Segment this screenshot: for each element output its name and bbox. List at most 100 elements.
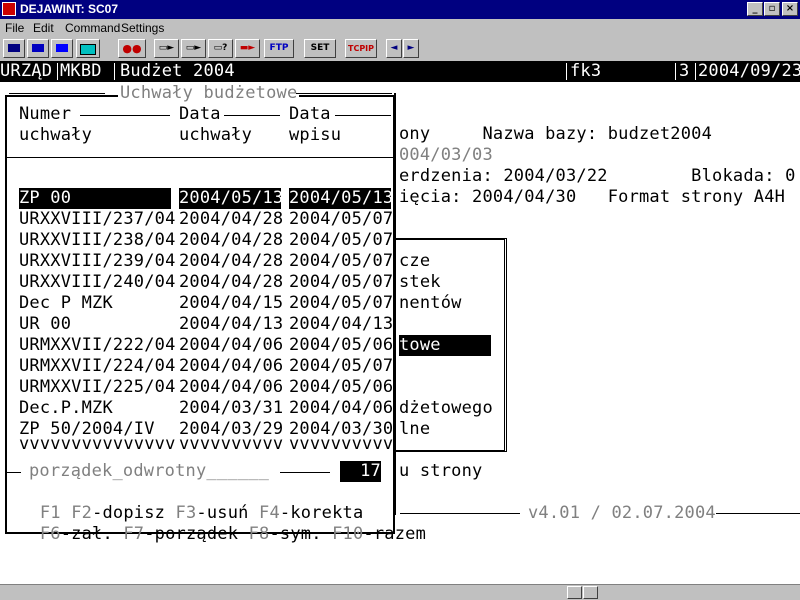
status-name: Budżet 2004 bbox=[120, 61, 235, 81]
row-date-entry: 2004/05/06 bbox=[289, 335, 394, 355]
divider bbox=[7, 472, 21, 473]
row-date-resolution: 2004/04/06 bbox=[179, 377, 284, 397]
bg-menu-item: nentów bbox=[399, 293, 462, 313]
menu-file[interactable]: File bbox=[5, 21, 24, 35]
close-button[interactable]: × bbox=[782, 2, 798, 16]
status-module: MKBD bbox=[60, 61, 102, 81]
row-number: Dec.P.MZK bbox=[19, 398, 113, 418]
row-date-resolution: 2004/04/15 bbox=[179, 293, 284, 313]
divider bbox=[9, 93, 105, 94]
status-divider bbox=[114, 63, 115, 80]
row-date-entry: 2004/04/13 bbox=[289, 314, 394, 334]
window-title: DEJAWINT: SC07 bbox=[20, 2, 119, 16]
status-office: URZĄD bbox=[0, 61, 53, 81]
status-divider bbox=[566, 63, 567, 80]
bg-menu-item: dżetowego bbox=[399, 398, 493, 418]
tape-icon[interactable]: ●● bbox=[118, 39, 146, 58]
ftp-button[interactable]: FTP bbox=[264, 39, 294, 58]
row-date-entry: 2004/05/07 bbox=[289, 230, 394, 250]
key-icon[interactable]: ▬► bbox=[235, 39, 260, 58]
menu-edit[interactable]: Edit bbox=[33, 21, 54, 35]
key-f6-label: -zał. bbox=[60, 524, 113, 544]
toolbar: ●● ▭► ▭► ▭? ▬► FTP SET TCPIP ◄ ► bbox=[0, 37, 800, 61]
key-f10-label: -razem bbox=[363, 524, 427, 544]
row-date-entry: 2004/05/07 bbox=[289, 272, 394, 292]
row-date-entry: 2004/05/07 bbox=[289, 356, 394, 376]
row-number: URMXXVII/224/04 bbox=[19, 356, 176, 376]
scroll-left-button[interactable] bbox=[567, 586, 582, 599]
next-icon[interactable]: ► bbox=[403, 39, 419, 58]
header-numer-sub: uchwały bbox=[19, 125, 93, 145]
status-date: 2004/09/23 bbox=[698, 61, 800, 81]
row-date-resolution: 2004/04/28 bbox=[179, 251, 284, 271]
key-f6[interactable]: F6 bbox=[40, 524, 61, 544]
maximize-button[interactable]: ▫ bbox=[764, 2, 780, 16]
header-data-wpisu: Data bbox=[289, 104, 331, 124]
menu-settings[interactable]: Settings bbox=[121, 21, 164, 35]
bg-line-db: ony Nazwa bazy: budzet2004 bbox=[399, 124, 713, 144]
prev-icon[interactable]: ◄ bbox=[386, 39, 402, 58]
sort-order-label[interactable]: porządek_odwrotny______ bbox=[29, 461, 269, 482]
screen-icon-1[interactable] bbox=[3, 39, 25, 58]
horizontal-scrollbar[interactable] bbox=[0, 584, 800, 600]
key-f8[interactable]: F8 bbox=[249, 524, 270, 544]
bg-line-closing: ięcia: 2004/04/30 Format strony A4H bbox=[399, 187, 786, 207]
row-date-entry: 2004/05/07 bbox=[289, 293, 394, 313]
bg-menu-item: cze bbox=[399, 251, 431, 271]
screen-icon-2[interactable] bbox=[27, 39, 49, 58]
key-f7-label: -porządek bbox=[144, 524, 239, 544]
row-number: ZP 00 bbox=[19, 188, 171, 209]
header-data-wpisu-sub: wpisu bbox=[289, 125, 342, 145]
status-bar: URZĄD MKBD Budżet 2004 fk3 3 2004/09/23 bbox=[0, 61, 800, 82]
row-date-resolution: 2004/04/28 bbox=[179, 230, 284, 250]
row-number: URXXVIII/237/04 bbox=[19, 209, 176, 229]
key-f8-label: -sym. bbox=[269, 524, 322, 544]
title-bar: DEJAWINT: SC07 _ ▫ × bbox=[0, 0, 800, 19]
row-number: URXXVIII/238/04 bbox=[19, 230, 176, 250]
bg-menu-item: stek bbox=[399, 272, 441, 292]
query-file-icon[interactable]: ▭? bbox=[208, 39, 233, 58]
row-number: URXXVIII/239/04 bbox=[19, 251, 176, 271]
set-button[interactable]: SET bbox=[304, 39, 336, 58]
row-number: Dec P MZK bbox=[19, 293, 113, 313]
scroll-right-button[interactable] bbox=[583, 586, 598, 599]
send-file-icon[interactable]: ▭► bbox=[154, 39, 179, 58]
receive-file-icon[interactable]: ▭► bbox=[181, 39, 206, 58]
row-date-resolution: 2004/05/13 bbox=[179, 188, 284, 209]
row-date-entry: 2004/05/13 bbox=[289, 188, 394, 209]
bg-menu-item-highlighted: towe bbox=[399, 335, 491, 356]
divider bbox=[296, 93, 392, 94]
row-date-entry: 2004/05/06 bbox=[289, 377, 394, 397]
divider bbox=[335, 115, 391, 116]
row-number: URMXXVII/222/04 bbox=[19, 335, 176, 355]
status-code: fk3 bbox=[570, 61, 602, 81]
header-divider bbox=[7, 157, 393, 158]
divider bbox=[80, 115, 170, 116]
row-date-resolution: 2004/04/06 bbox=[179, 356, 284, 376]
minimize-button[interactable]: _ bbox=[747, 2, 763, 16]
bg-line-approval: erdzenia: 2004/03/22 Blokada: 0 bbox=[399, 166, 796, 186]
tcpip-button[interactable]: TCPIP bbox=[345, 39, 377, 58]
menu-bar: File Edit Command Settings bbox=[0, 19, 800, 37]
row-date-entry: 2004/05/07 bbox=[289, 209, 394, 229]
row-date-entry: 2004/05/07 bbox=[289, 251, 394, 271]
row-date-entry: 2004/04/06 bbox=[289, 398, 394, 418]
menu-command[interactable]: Command bbox=[65, 21, 120, 35]
status-divider bbox=[675, 63, 676, 80]
divider bbox=[716, 513, 800, 514]
app-icon bbox=[2, 2, 16, 16]
dialog-title: Uchwały budżetowe bbox=[118, 83, 300, 104]
header-data-uchwaly-sub: uchwały bbox=[179, 125, 253, 145]
status-num: 3 bbox=[679, 61, 690, 81]
row-date-resolution: 2004/04/06 bbox=[179, 335, 284, 355]
key-f10[interactable]: F10 bbox=[332, 524, 363, 544]
row-number: UR 00 bbox=[19, 314, 72, 334]
bg-page-label: u strony bbox=[399, 461, 483, 481]
divider bbox=[280, 472, 330, 473]
row-date-resolution: 2004/03/31 bbox=[179, 398, 284, 418]
screen-icon-3[interactable] bbox=[51, 39, 73, 58]
row-date-resolution: 2004/04/28 bbox=[179, 209, 284, 229]
screen-icon-4[interactable] bbox=[76, 39, 100, 58]
status-divider bbox=[695, 63, 696, 80]
key-f7[interactable]: F7 bbox=[123, 524, 144, 544]
